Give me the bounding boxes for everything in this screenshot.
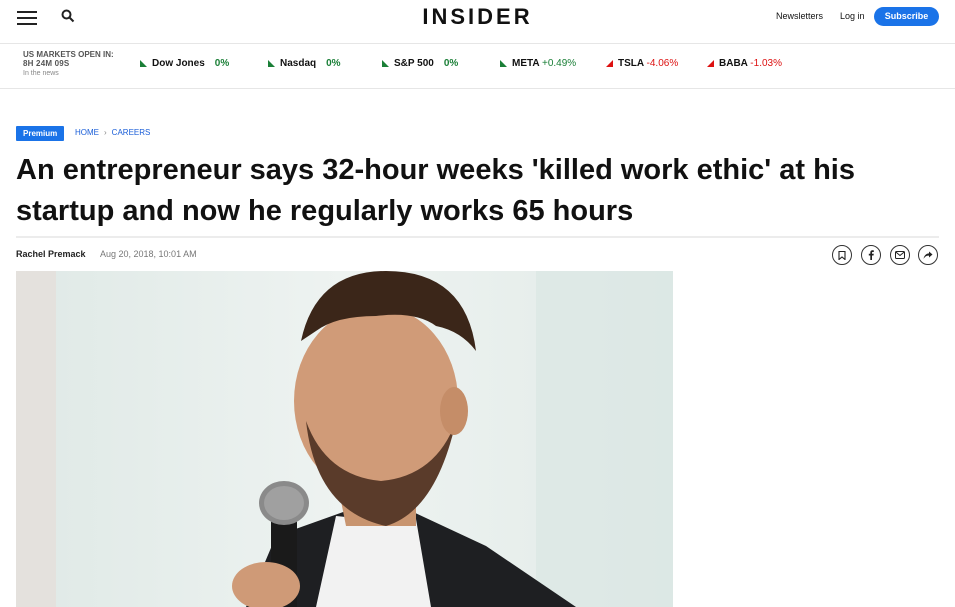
ticker-change: 0% xyxy=(443,58,459,69)
up-arrow-icon xyxy=(500,59,507,67)
breadcrumb: HOME › CAREERS xyxy=(75,128,150,137)
ticker-dow-jones[interactable]: Dow Jones 0% xyxy=(140,58,229,69)
login-link[interactable]: Log in xyxy=(840,11,865,21)
author-name[interactable]: Rachel Premack xyxy=(16,249,86,259)
ticker-change: 0% xyxy=(326,58,341,69)
flat-arrow-icon xyxy=(382,59,389,67)
premium-badge: Premium xyxy=(16,126,65,141)
ticker-sp500[interactable]: S&P 500 0% xyxy=(382,58,458,69)
flat-arrow-icon xyxy=(268,59,275,67)
subscribe-button[interactable]: Subscribe xyxy=(874,7,939,26)
breadcrumb-careers[interactable]: CAREERS xyxy=(112,128,151,137)
breadcrumb-separator: › xyxy=(104,128,107,137)
ticker-change: +0.49% xyxy=(542,58,577,69)
market-countdown: 8H 24M 09S xyxy=(23,59,70,68)
facebook-icon[interactable] xyxy=(861,245,881,265)
ticker-name: BABA xyxy=(719,58,748,69)
down-arrow-icon xyxy=(606,59,613,67)
article-headline: An entrepreneur says 32-hour weeks 'kill… xyxy=(16,154,855,227)
ticker-nasdaq[interactable]: Nasdaq 0% xyxy=(268,58,341,69)
ticker-change: 0% xyxy=(214,58,230,69)
email-icon[interactable] xyxy=(890,245,910,265)
market-note: In the news xyxy=(23,70,59,77)
ticker-name: S&P 500 xyxy=(394,58,434,69)
publish-date: Aug 20, 2018, 10:01 AM xyxy=(100,249,197,259)
hero-image xyxy=(16,271,673,607)
ticker-meta[interactable]: META +0.49% xyxy=(500,58,576,69)
ticker-tsla[interactable]: TSLA -4.06% xyxy=(606,58,678,69)
newsletters-link[interactable]: Newsletters xyxy=(776,11,823,21)
menu-icon[interactable] xyxy=(17,11,37,27)
market-ticker: US MARKETS OPEN IN: 8H 24M 09S In the ne… xyxy=(0,44,955,89)
site-header: INSIDER Newsletters Log in Subscribe xyxy=(0,0,955,44)
bookmark-icon[interactable] xyxy=(832,245,852,265)
breadcrumb-home[interactable]: HOME xyxy=(75,128,99,137)
ticker-change: -4.06% xyxy=(646,58,679,69)
headline-divider xyxy=(16,236,939,238)
down-arrow-icon xyxy=(707,59,714,67)
share-icon[interactable] xyxy=(918,245,938,265)
ticker-name: META xyxy=(512,58,540,69)
market-status: US MARKETS OPEN IN: xyxy=(23,50,114,59)
ticker-change: -1.03% xyxy=(750,58,782,69)
ticker-name: Nasdaq xyxy=(280,58,317,69)
ticker-name: TSLA xyxy=(618,58,644,69)
flat-arrow-icon xyxy=(140,59,147,67)
ticker-name: Dow Jones xyxy=(152,58,205,69)
ticker-baba[interactable]: BABA -1.03% xyxy=(707,58,782,69)
search-icon[interactable] xyxy=(61,9,79,27)
